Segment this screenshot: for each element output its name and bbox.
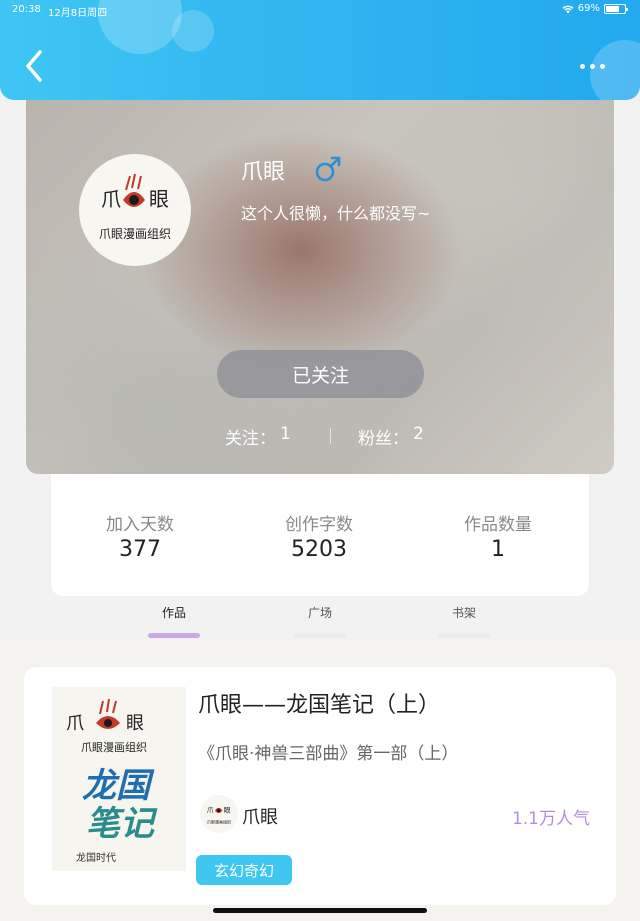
stat-value: 377 [119,537,161,562]
svg-text:眼: 眼 [149,189,169,211]
profile-tabs: 作品 广场 书架 [0,596,640,640]
svg-text:眼: 眼 [224,807,231,815]
svg-text:笔记: 笔记 [86,805,158,843]
stat-join-days: 加入天数 377 [65,510,215,562]
book-cover[interactable]: 爪 眼 爪眼漫画组织 龙国 笔记 龙国时代 [52,687,186,871]
svg-text:爪: 爪 [207,807,214,815]
user-avatar[interactable]: 爪 眼 爪眼漫画组织 [79,154,191,266]
status-bar: 20:38 12月8日周四 69% [0,0,640,20]
stat-value: 1 [491,537,505,562]
wifi-icon [562,5,574,13]
svg-text:爪: 爪 [101,189,121,211]
back-button[interactable] [20,46,50,86]
home-indicator[interactable] [213,908,427,913]
more-options-button[interactable] [572,56,612,76]
status-time: 20:38 [12,4,41,15]
tab-indicator [148,633,200,638]
stat-label: 创作字数 [285,515,353,535]
top-nav-bar: 20:38 12月8日周四 69% [0,0,640,100]
eye-logo-icon [96,698,120,729]
tab-label: 书架 [451,606,476,620]
work-title: 爪眼——龙国笔记（上） [198,693,441,718]
svg-text:爪眼漫画组织: 爪眼漫画组织 [207,819,231,825]
ellipsis-icon [599,63,605,69]
stat-value: 5203 [291,537,347,562]
svg-text:爪眼漫画组织: 爪眼漫画组织 [81,740,147,754]
author-avatar-logo: 爪 眼 爪眼漫画组织 [207,807,231,825]
eye-logo-icon [123,173,145,207]
tab-square[interactable]: 广场 [280,604,360,638]
tab-bookshelf[interactable]: 书架 [424,604,504,638]
battery-icon [604,3,628,14]
svg-text:爪: 爪 [66,713,84,733]
tab-label: 作品 [161,606,186,620]
svg-text:眼: 眼 [126,713,144,733]
popularity-count: 1.1万人气 [511,809,590,829]
fans-count[interactable]: 粉丝： 2 [358,424,424,449]
tab-indicator [294,633,346,638]
ellipsis-icon [579,63,585,69]
count-divider [330,428,331,444]
stat-label: 作品数量 [464,515,532,535]
author-name[interactable]: 爪眼 [242,803,278,829]
following-count[interactable]: 关注： 1 [225,424,291,449]
stat-works-count: 作品数量 1 [423,510,573,562]
following-label: 关注： [225,429,276,449]
stat-label: 加入天数 [106,515,174,535]
tab-indicator [438,633,490,638]
user-nickname: 爪眼 [241,159,286,184]
stats-card: 加入天数 377 创作字数 5203 作品数量 1 [51,470,589,596]
svg-text:龙国: 龙国 [82,767,155,805]
fans-value: 2 [413,424,424,444]
avatar-logo: 爪 眼 爪眼漫画组织 [99,173,171,241]
fans-label: 粉丝： [358,429,409,449]
followed-button[interactable]: 已关注 [217,350,424,398]
chevron-left-icon [26,50,42,82]
battery-percent: 69% [577,3,600,14]
follow-counts: 关注： 1 粉丝： 2 [26,424,614,449]
following-value: 1 [280,424,291,444]
svg-text:龙国时代: 龙国时代 [76,851,116,864]
tab-works[interactable]: 作品 [134,604,214,638]
ellipsis-icon [589,63,595,69]
author-avatar[interactable]: 爪 眼 爪眼漫画组织 [200,795,238,833]
status-date: 12月8日周四 [48,8,108,19]
status-indicators: 69% [562,3,628,14]
genre-tag[interactable]: 玄幻奇幻 [196,855,292,885]
stat-word-count: 创作字数 5203 [244,510,394,562]
svg-text:爪眼漫画组织: 爪眼漫画组织 [99,227,171,241]
work-subtitle: 《爪眼·神兽三部曲》第一部（上） [198,744,459,764]
user-bio: 这个人很懒，什么都没写~ [241,204,431,223]
tab-label: 广场 [307,606,332,620]
book-cover-art: 爪 眼 爪眼漫画组织 龙国 笔记 龙国时代 [66,698,158,864]
male-symbol-icon [315,156,341,182]
profile-header-card: 爪 眼 爪眼漫画组织 爪眼 这个人很懒，什么都没写~ 已关注 关注： 1 粉丝：… [26,90,614,474]
work-card[interactable]: 爪 眼 爪眼漫画组织 龙国 笔记 龙国时代 爪眼——龙国笔记（上） 《爪眼·神兽… [24,667,616,905]
